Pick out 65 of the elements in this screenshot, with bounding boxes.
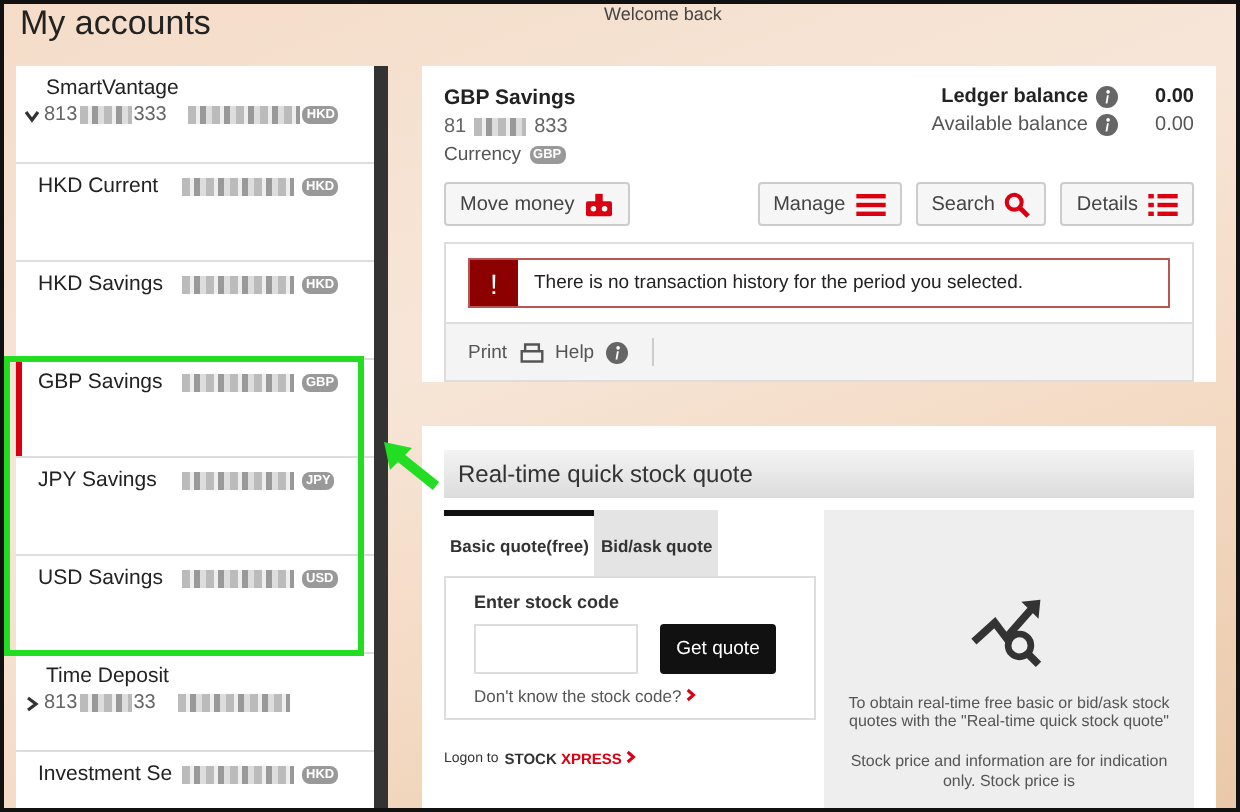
balance-value: 0.00 xyxy=(1153,114,1194,136)
scrollbar[interactable] xyxy=(374,66,388,808)
get-quote-button[interactable]: Get quote xyxy=(660,624,776,674)
search-icon xyxy=(1004,191,1031,217)
account-name: HKD Current xyxy=(38,174,161,198)
help-link[interactable]: Help xyxy=(555,341,595,363)
chevron-icon[interactable] xyxy=(24,695,40,711)
account-name: JPY Savings xyxy=(38,468,159,492)
account-item[interactable]: Time Deposit 813 33 xyxy=(16,654,374,752)
list-icon xyxy=(1148,193,1178,215)
redacted-balance xyxy=(182,471,294,489)
chevron-icon xyxy=(626,750,636,764)
account-name: USD Savings xyxy=(38,566,165,590)
printer-icon[interactable] xyxy=(519,341,544,363)
greeting-text: Welcome back xyxy=(604,4,722,24)
redacted-number xyxy=(79,694,132,712)
redacted-balance xyxy=(177,694,290,712)
menu-icon xyxy=(855,193,886,215)
stock-code-field[interactable] xyxy=(474,624,638,674)
account-name: HKD Savings xyxy=(38,272,165,296)
search-button[interactable]: Search xyxy=(915,182,1047,226)
section-header: Real-time quick stock quote xyxy=(444,450,1194,498)
chevron-icon xyxy=(686,688,697,702)
balance-value: 0.00 xyxy=(1153,86,1194,108)
info-text: To obtain real-time free basic or bid/ask stock quotes with the "Real-time quick stock quote" xyxy=(846,694,1172,731)
account-number-start: 81 xyxy=(444,116,467,138)
account-name: SmartVantage xyxy=(46,76,181,100)
info-icon[interactable] xyxy=(1096,86,1118,108)
info-icon[interactable] xyxy=(1096,114,1118,136)
account-number-end: 333 xyxy=(133,104,167,126)
currency-label: Currency xyxy=(444,144,522,166)
quote-tab[interactable]: Basic quote(free) xyxy=(444,510,595,576)
redacted-balance xyxy=(182,373,294,391)
account-number-end: 833 xyxy=(534,116,568,138)
account-number-start: 813 xyxy=(44,104,78,126)
details-button[interactable]: Details xyxy=(1060,182,1194,226)
quote-tab[interactable]: Bid/ask quote xyxy=(594,510,719,576)
redacted-number xyxy=(79,106,132,124)
stock-code-help-link[interactable]: Don't know the stock code? xyxy=(474,686,786,706)
account-name: Time Deposit xyxy=(46,664,171,688)
account-name: GBP Savings xyxy=(444,86,576,110)
redacted-balance xyxy=(182,177,294,195)
account-number-start: 813 xyxy=(44,692,78,714)
balance-label: Available balance xyxy=(931,114,1088,136)
field-label: Enter stock code xyxy=(474,592,622,612)
cash-register-icon xyxy=(584,191,615,217)
redacted-number xyxy=(474,118,527,136)
redacted-balance xyxy=(182,275,294,293)
print-link[interactable]: Print xyxy=(468,341,508,363)
move-money-button[interactable]: Move money xyxy=(444,182,631,226)
disclaimer-text: Stock price and information are for indication only. Stock price is xyxy=(848,752,1170,790)
account-number-end: 33 xyxy=(133,692,156,714)
alert-message: There is no transaction history for the period you selected. xyxy=(532,270,1023,298)
balance-label: Ledger balance xyxy=(941,86,1088,108)
alert-icon: ! xyxy=(470,260,518,306)
info-icon[interactable] xyxy=(606,341,629,363)
account-name: GBP Savings xyxy=(38,370,165,394)
redacted-balance xyxy=(182,569,294,587)
chevron-icon[interactable] xyxy=(24,107,40,123)
redacted-balance xyxy=(188,106,301,124)
pointer-arrow-icon xyxy=(380,438,440,490)
manage-button[interactable]: Manage xyxy=(757,182,902,226)
redacted-balance xyxy=(182,765,294,783)
account-name: Investment Se xyxy=(38,762,174,786)
page-title: My accounts xyxy=(20,4,211,44)
